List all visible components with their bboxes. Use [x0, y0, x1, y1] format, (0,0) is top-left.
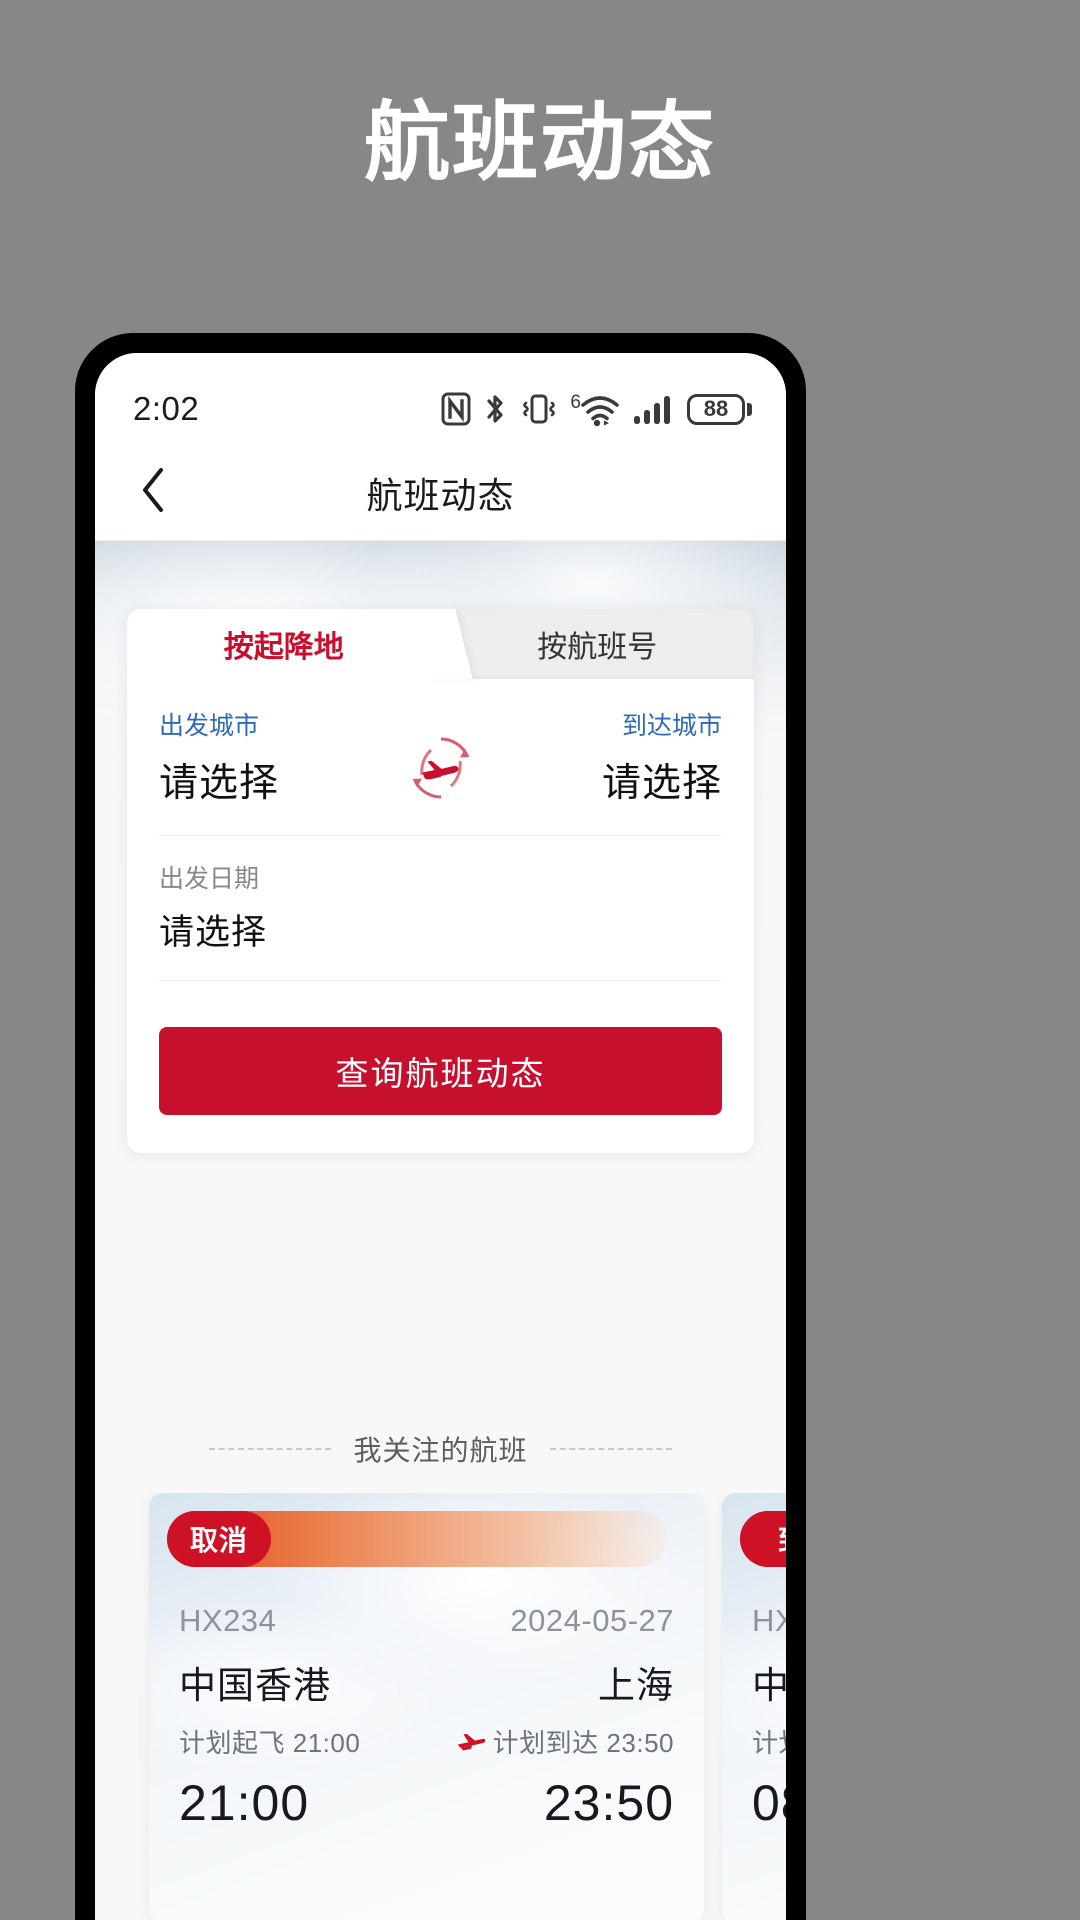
planned-arrival: 计划到达 23:50: [455, 1723, 674, 1760]
nav-bar: 航班动态: [95, 445, 786, 541]
tab-by-route[interactable]: 按起降地: [127, 609, 441, 679]
planned-arrival-text: 计划到达 23:50: [493, 1723, 674, 1760]
status-bar: 2:02 6 88: [95, 353, 786, 445]
planned-departure-time: 21:00: [292, 1728, 361, 1758]
page-title: 航班动态: [364, 95, 716, 191]
flight-date: 2024-05-27: [510, 1603, 674, 1638]
swap-plane-icon[interactable]: [404, 731, 478, 805]
nfc-icon: [441, 392, 471, 426]
flight-meta-row: HX: [752, 1603, 786, 1639]
tab-by-route-label: 按起降地: [223, 631, 344, 664]
submit-wrap: 查询航班动态: [159, 981, 722, 1153]
flight-status-bar: 到: [740, 1511, 786, 1567]
search-card-inner: 出发城市 请选择 到达城市 请选择 出发日期 请选择 查询航班动态: [127, 679, 754, 1153]
flight-number: HX234: [179, 1603, 277, 1638]
flight-plan-row: 计划: [752, 1723, 786, 1760]
flight-city-row: 中: [752, 1655, 786, 1709]
actual-departure-time: 21:00: [179, 1775, 310, 1831]
planned-departure: 计划起飞 21:00: [179, 1723, 360, 1760]
divider-dash-left: [209, 1448, 332, 1450]
departure-date-label: 出发日期: [159, 865, 260, 894]
planned-departure-label: 计划: [752, 1728, 786, 1758]
flight-time-row: 08: [752, 1774, 786, 1832]
flight-city-row: 中国香港 上海: [179, 1655, 674, 1709]
flight-time-row: 21:00 23:50: [179, 1774, 674, 1832]
arrival-city: 上海: [598, 1665, 674, 1706]
search-flight-status-button[interactable]: 查询航班动态: [159, 1027, 722, 1116]
tab-by-flight-number[interactable]: 按航班号: [440, 609, 754, 679]
followed-flights-title: 我关注的航班: [353, 1435, 528, 1466]
flight-plan-row: 计划起飞 21:00 计划到达 23:50: [179, 1723, 674, 1760]
search-tabs: 按起降地 按航班号: [127, 609, 754, 679]
phone-screen: 2:02 6 88 航班动态 按起降地 按航班号 出发城市 请选择 到达城市 请…: [95, 353, 786, 1920]
flight-meta-row: HX234 2024-05-27: [179, 1603, 674, 1639]
flight-card[interactable]: 取消 HX234 2024-05-27 中国香港 上海 计划起飞 21:00 计…: [149, 1493, 704, 1920]
followed-flights-rail[interactable]: 取消 HX234 2024-05-27 中国香港 上海 计划起飞 21:00 计…: [95, 1493, 786, 1920]
back-button[interactable]: [125, 465, 181, 521]
flight-number: HX: [752, 1603, 786, 1638]
flight-card-content: HX 中 计划: [752, 1603, 786, 1832]
actual-arrival-time: 23:50: [543, 1775, 674, 1831]
status-time: 2:02: [133, 390, 200, 427]
phone-frame: 2:02 6 88 航班动态 按起降地 按航班号 出发城市 请选择 到达城市 请…: [75, 333, 806, 1920]
battery-icon: 88: [687, 393, 752, 425]
flight-card[interactable]: 到 HX 中 计划: [722, 1493, 786, 1920]
departure-date-value: 请选择: [159, 912, 268, 952]
departure-city: 中: [752, 1665, 786, 1706]
signal-icon: [632, 392, 676, 426]
departure-city: 中国香港: [179, 1665, 331, 1706]
arrival-city-value: 请选择: [601, 761, 722, 805]
departure-date-field[interactable]: 出发日期 请选择: [159, 836, 722, 982]
planned-departure-label: 计划起飞: [179, 1728, 286, 1758]
departure-city-label: 出发城市: [159, 712, 260, 740]
nav-title: 航班动态: [366, 474, 515, 516]
flight-card-content: HX234 2024-05-27 中国香港 上海 计划起飞 21:00 计划到达…: [179, 1603, 674, 1832]
flight-status-bar: 取消: [167, 1511, 667, 1567]
planned-arrival-time: 23:50: [606, 1728, 674, 1758]
tab-by-flight-number-label: 按航班号: [537, 631, 658, 664]
wifi-icon: 6: [570, 392, 621, 426]
vibrate-icon: [519, 392, 559, 426]
divider-dash-right: [549, 1448, 672, 1450]
battery-level-label: 88: [703, 396, 729, 421]
departure-city-value: 请选择: [159, 761, 280, 805]
arrival-city-label: 到达城市: [621, 712, 722, 740]
battery-cap: [747, 402, 752, 416]
chevron-left-icon: [140, 467, 166, 518]
bluetooth-icon: [482, 392, 508, 426]
flight-search-card: 按起降地 按航班号 出发城市 请选择 到达城市 请选择 出发日期 请选择 查询航…: [127, 609, 754, 1154]
planned-departure: 计划: [752, 1723, 786, 1760]
plane-icon: [455, 1727, 486, 1757]
arrival-city-field[interactable]: 到达城市 请选择: [522, 712, 722, 805]
departure-city-field[interactable]: 出发城市 请选择: [159, 712, 359, 805]
page-body: 按起降地 按航班号 出发城市 请选择 到达城市 请选择 出发日期 请选择 查询航…: [95, 541, 786, 1920]
planned-arrival-label: 计划到达: [492, 1728, 599, 1758]
followed-flights-divider: 我关注的航班: [95, 1429, 786, 1469]
status-badge: 到: [740, 1511, 786, 1567]
battery-body: 88: [687, 393, 745, 425]
status-badge: 取消: [167, 1511, 271, 1567]
actual-departure-time: 08: [752, 1775, 786, 1831]
status-icons: 6 88: [441, 372, 752, 426]
city-selection-row: 出发城市 请选择 到达城市 请选择: [159, 679, 722, 837]
